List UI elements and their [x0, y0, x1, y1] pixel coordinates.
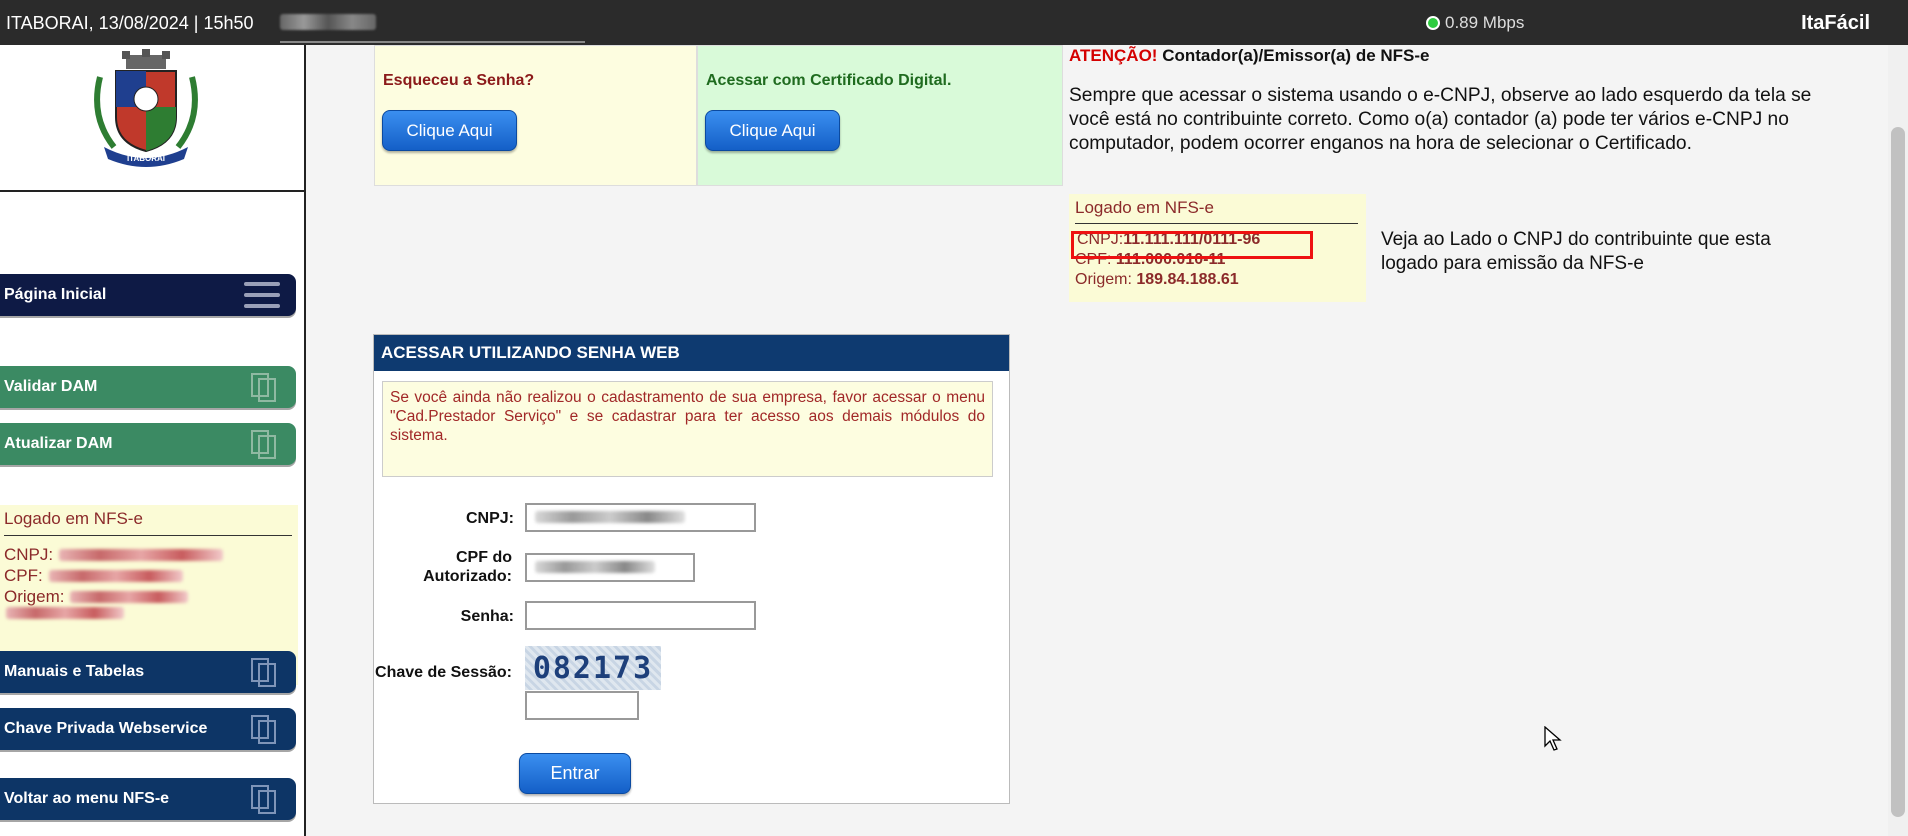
attention-text: Sempre que acessar o sistema usando o e-… [1069, 85, 1812, 154]
divider [0, 190, 304, 192]
brand-name: ItaFácil [1801, 12, 1870, 34]
attention-title: Contador(a)/Emissor(a) de NFS-e [1162, 46, 1430, 65]
nav-chave-label: Chave Privada Webservice [4, 720, 208, 737]
progress-underline [280, 41, 585, 43]
form-message: Se você ainda não realizou o cadastramen… [382, 381, 993, 477]
cnpj-field-label: CNPJ: [465, 510, 514, 527]
nav-voltar-button[interactable]: Voltar ao menu NFS-e [0, 778, 296, 820]
location-time: ITABORAI, 13/08/2024 | 15h50 [6, 13, 254, 33]
forgot-password-button[interactable]: Clique Aqui [382, 110, 517, 151]
nav-home-button[interactable]: Página Inicial [0, 274, 296, 316]
divider [1075, 223, 1358, 224]
logged-in-title: Logado em NFS-e [4, 509, 143, 528]
forgot-password-box: Esqueceu a Senha? Clique Aqui [374, 45, 697, 186]
cpf-field-label: CPF do Autorizado: [423, 549, 512, 585]
city-coat-of-arms-logo: ITABORAÍ [94, 49, 198, 167]
copy-icon [251, 715, 276, 744]
cpf-input[interactable] [525, 553, 695, 582]
connection-speed: 0.89 Mbps [1426, 13, 1524, 33]
nav-atualizar-label: Atualizar DAM [4, 435, 113, 452]
vertical-scrollbar[interactable] [1888, 45, 1908, 836]
certificate-title: Acessar com Certificado Digital. [706, 72, 952, 89]
cnpj-row: CNPJ: [4, 544, 294, 565]
nav-home-label: Página Inicial [4, 286, 107, 303]
redacted-value [59, 548, 224, 561]
forgot-password-title: Esqueceu a Senha? [383, 72, 535, 89]
password-input[interactable] [525, 601, 756, 630]
session-key-input[interactable] [525, 691, 639, 720]
certificate-box: Acessar com Certificado Digital. Clique … [697, 45, 1063, 186]
scrollbar-thumb[interactable] [1891, 127, 1905, 817]
redacted-value [535, 511, 685, 523]
redacted-value [535, 561, 655, 573]
redacted-value [6, 607, 124, 619]
captcha-image: 082173 [525, 646, 661, 690]
menu-hamburger-icon[interactable] [244, 282, 280, 308]
redacted-value [70, 590, 189, 603]
attention-heading: ATENÇÃO! Contador(a)/Emissor(a) de NFS-e [1069, 46, 1430, 66]
divider [4, 535, 292, 536]
mouse-cursor-icon [1544, 726, 1562, 751]
cnpj-highlight-box [1071, 231, 1313, 259]
copy-icon [251, 658, 276, 687]
example-origem-label: Origem: [1075, 271, 1132, 288]
logo-text: ITABORAÍ [127, 154, 166, 163]
status-dot-icon [1426, 16, 1440, 30]
cnpj-label: CNPJ: [4, 545, 54, 564]
speed-value: 0.89 Mbps [1445, 13, 1525, 32]
nav-atualizar-dam-button[interactable]: Atualizar DAM [0, 423, 296, 465]
senha-field-label: Senha: [460, 608, 514, 625]
certificate-button[interactable]: Clique Aqui [705, 110, 840, 151]
origem-row: Origem: [4, 586, 294, 607]
cpf-label: CPF: [4, 566, 43, 585]
cpf-row: CPF: [4, 565, 294, 586]
see-side-text: Veja ao Lado o CNPJ do contribuinte que … [1381, 229, 1771, 274]
top-bar: ITABORAI, 13/08/2024 | 15h50 0.89 Mbps I… [0, 0, 1908, 45]
nav-validar-dam-button[interactable]: Validar DAM [0, 366, 296, 408]
login-form: ACESSAR UTILIZANDO SENHA WEB Se você ain… [373, 334, 1010, 804]
cnpj-input[interactable] [525, 503, 756, 532]
copy-icon [251, 373, 276, 402]
sidebar: ITABORAÍ Página Inicial Validar DAM Atua… [0, 45, 306, 836]
redacted-info [280, 14, 376, 30]
nav-validar-label: Validar DAM [4, 378, 98, 395]
redacted-value [48, 569, 183, 582]
example-origem-value: 189.84.188.61 [1136, 271, 1239, 288]
attention-label: ATENÇÃO! [1069, 46, 1158, 65]
chave-field-label: Chave de Sessão: [375, 664, 512, 681]
example-login-title: Logado em NFS-e [1075, 198, 1214, 217]
form-header: ACESSAR UTILIZANDO SENHA WEB [374, 335, 1009, 371]
example-origem-row: Origem: 189.84.188.61 [1075, 270, 1360, 290]
copy-icon [251, 430, 276, 459]
nav-chave-privada-button[interactable]: Chave Privada Webservice [0, 708, 296, 750]
copy-icon [251, 785, 276, 814]
nav-voltar-label: Voltar ao menu NFS-e [4, 790, 170, 807]
origem-label: Origem: [4, 587, 65, 606]
nav-manuais-label: Manuais e Tabelas [4, 663, 145, 680]
nav-manuais-button[interactable]: Manuais e Tabelas [0, 651, 296, 693]
extra-row [4, 607, 294, 619]
submit-button[interactable]: Entrar [519, 753, 631, 794]
